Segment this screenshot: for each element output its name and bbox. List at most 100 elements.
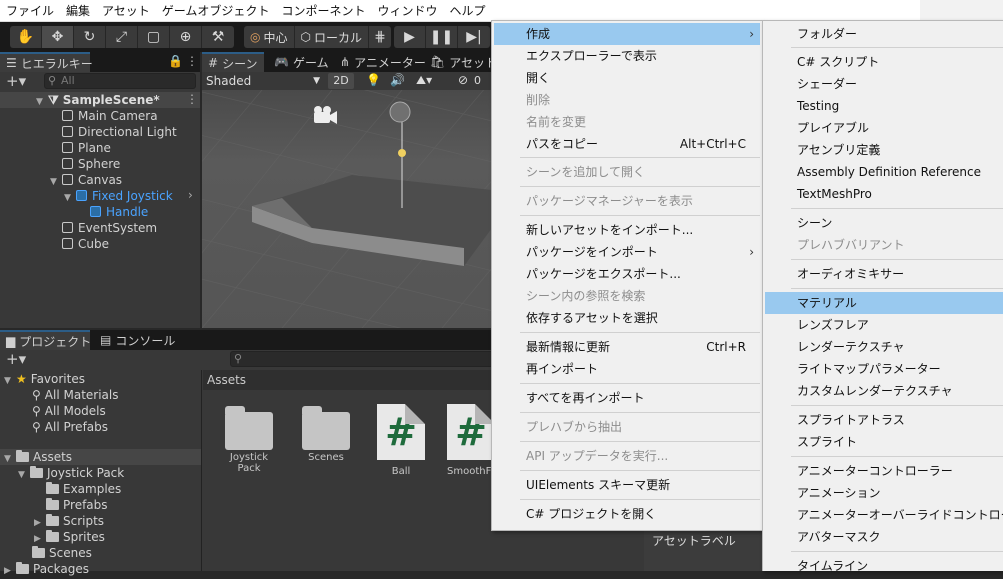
pivot-button[interactable]: ◎ 中心 (244, 26, 295, 48)
tab-project[interactable]: ▆ プロジェクト (0, 330, 91, 350)
menu-item-copy-path[interactable]: パスをコピー Alt+Ctrl+C (494, 133, 760, 155)
submenu-item-playable[interactable]: プレイアブル (765, 117, 1003, 139)
menu-file[interactable]: ファイル (6, 2, 54, 19)
pause-icon[interactable]: ❚❚ (426, 26, 458, 48)
rotate-tool-icon[interactable]: ↻ (74, 26, 106, 48)
scene-header-row[interactable]: ▼ ⧩ SampleScene* ⋮ (0, 92, 200, 108)
tree-examples[interactable]: Examples (46, 481, 121, 497)
submenu-item-lens-flare[interactable]: レンズフレア (765, 314, 1003, 336)
hierarchy-item-eventsystem[interactable]: EventSystem (62, 220, 157, 236)
tab-game[interactable]: 🎮 ゲーム (268, 52, 335, 72)
asset-smoothfollow[interactable]: # SmoothFo (447, 404, 491, 477)
grid-snap-icon[interactable]: ⋕ (369, 26, 391, 48)
add-icon[interactable]: +▾ (6, 72, 26, 90)
tab-animator[interactable]: ⋔ アニメーター (334, 52, 432, 72)
asset-ball[interactable]: # Ball (371, 404, 431, 477)
shading-mode-dropdown[interactable]: Shaded ▼ (204, 73, 322, 89)
hierarchy-item-main-camera[interactable]: Main Camera (62, 108, 158, 124)
tree-joystick-pack[interactable]: ▼ Joystick Pack (18, 465, 124, 481)
hierarchy-item-handle[interactable]: Handle (90, 204, 148, 220)
hand-tool-icon[interactable]: ✋ (10, 26, 42, 48)
tree-sprites[interactable]: ▶ Sprites (34, 529, 105, 545)
menu-item-export-package[interactable]: パッケージをエクスポート... (494, 263, 760, 285)
submenu-item-custom-render-texture[interactable]: カスタムレンダーテクスチャ (765, 380, 1003, 402)
menu-item-import-package[interactable]: パッケージをインポート › (494, 241, 760, 263)
audio-icon[interactable]: 🔊 (390, 73, 405, 87)
effects-icon[interactable]: ⛰▾ (416, 73, 432, 88)
hierarchy-item-directional-light[interactable]: Directional Light (62, 124, 177, 140)
menu-gameobject[interactable]: ゲームオブジェクト (162, 2, 270, 19)
hierarchy-item-plane[interactable]: Plane (62, 140, 111, 156)
hierarchy-item-cube[interactable]: Cube (62, 236, 109, 252)
favorite-all-materials[interactable]: ⚲ All Materials (32, 387, 119, 403)
submenu-item-animation[interactable]: アニメーション (765, 482, 1003, 504)
hierarchy-item-fixed-joystick[interactable]: ▼ Fixed Joystick (64, 188, 173, 204)
space-button[interactable]: ⬡ ローカル (295, 26, 369, 48)
add-asset-icon[interactable]: +▾ (6, 350, 26, 368)
menu-component[interactable]: コンポーネント (281, 2, 365, 19)
scene-viewport[interactable] (202, 90, 492, 328)
submenu-item-assembly-definition-reference[interactable]: Assembly Definition Reference (765, 161, 1003, 183)
hierarchy-item-sphere[interactable]: Sphere (62, 156, 120, 172)
submenu-item-csharp-script[interactable]: C# スクリプト (765, 51, 1003, 73)
submenu-item-animator-override-controller[interactable]: アニメーターオーバーライドコントローラー (765, 504, 1003, 526)
submenu-item-shader[interactable]: シェーダー (765, 73, 1003, 95)
submenu-item-sprite-atlas[interactable]: スプライトアトラス (765, 409, 1003, 431)
submenu-item-scene[interactable]: シーン (765, 212, 1003, 234)
custom-tool-icon[interactable]: ⚒ (202, 26, 234, 48)
submenu-item-avatar-mask[interactable]: アバターマスク (765, 526, 1003, 548)
chevron-right-icon[interactable]: › (188, 188, 193, 202)
menu-item-show-in-explorer[interactable]: エクスプローラーで表示 (494, 45, 760, 67)
rect-tool-icon[interactable]: ▢ (138, 26, 170, 48)
assets-root-row[interactable]: ▼ Assets (0, 449, 201, 465)
kebab-menu-icon[interactable]: ⋮ (186, 54, 198, 68)
tab-console[interactable]: ▤ コンソール (94, 330, 181, 350)
menu-item-open[interactable]: 開く (494, 67, 760, 89)
play-icon[interactable]: ▶ (394, 26, 426, 48)
favorites-header[interactable]: ▼ ★ Favorites (4, 371, 85, 387)
toggle-2d-button[interactable]: 2D (328, 73, 354, 89)
submenu-item-folder[interactable]: フォルダー (765, 23, 1003, 45)
submenu-item-animator-controller[interactable]: アニメーターコントローラー (765, 460, 1003, 482)
tab-hierarchy[interactable]: ☰ ヒエラルキー (0, 52, 93, 72)
menu-help[interactable]: ヘルプ (449, 2, 485, 19)
submenu-item-testing[interactable]: Testing (765, 95, 1003, 117)
lock-icon[interactable]: 🔒 (168, 54, 183, 68)
scale-tool-icon[interactable]: ⤢ (106, 26, 138, 48)
submenu-item-textmeshpro[interactable]: TextMeshPro (765, 183, 1003, 205)
submenu-item-lightmap-parameters[interactable]: ライトマップパラメーター (765, 358, 1003, 380)
menu-item-select-dependencies[interactable]: 依存するアセットを選択 (494, 307, 760, 329)
tree-prefabs[interactable]: Prefabs (46, 497, 108, 513)
submenu-item-audio-mixer[interactable]: オーディオミキサー (765, 263, 1003, 285)
menu-edit[interactable]: 編集 (66, 2, 90, 19)
hierarchy-search-input[interactable]: ⚲ All (44, 73, 196, 89)
menu-item-reimport-all[interactable]: すべてを再インポート (494, 387, 760, 409)
menu-item-create[interactable]: 作成 › (494, 23, 760, 45)
submenu-item-render-texture[interactable]: レンダーテクスチャ (765, 336, 1003, 358)
asset-joystick-pack[interactable]: Joystick Pack (219, 404, 279, 474)
step-icon[interactable]: ▶| (458, 26, 490, 48)
favorite-all-prefabs[interactable]: ⚲ All Prefabs (32, 419, 108, 435)
menu-item-open-csharp-project[interactable]: C# プロジェクトを開く (494, 503, 760, 525)
favorite-all-models[interactable]: ⚲ All Models (32, 403, 106, 419)
asset-scenes[interactable]: Scenes (296, 404, 356, 463)
menu-window[interactable]: ウィンドウ (377, 2, 437, 19)
menu-item-import-new-asset[interactable]: 新しいアセットをインポート... (494, 219, 760, 241)
tree-scripts[interactable]: ▶ Scripts (34, 513, 104, 529)
menu-item-update-uielements-schema[interactable]: UIElements スキーマ更新 (494, 474, 760, 496)
transform-tool-icon[interactable]: ⊕ (170, 26, 202, 48)
tree-packages[interactable]: ▶ Packages (4, 561, 89, 577)
hidden-objects-icon[interactable]: ⊘ (458, 73, 468, 87)
scene-kebab-icon[interactable]: ⋮ (186, 92, 198, 106)
hierarchy-item-canvas[interactable]: ▼ Canvas (50, 172, 122, 188)
lighting-icon[interactable]: 💡 (366, 73, 381, 87)
submenu-item-material[interactable]: マテリアル (765, 292, 1003, 314)
menu-item-reimport[interactable]: 再インポート (494, 358, 760, 380)
menu-item-refresh[interactable]: 最新情報に更新 Ctrl+R (494, 336, 760, 358)
submenu-item-assembly-definition[interactable]: アセンブリ定義 (765, 139, 1003, 161)
move-tool-icon[interactable]: ✥ (42, 26, 74, 48)
tree-scenes[interactable]: Scenes (32, 545, 92, 561)
menu-assets[interactable]: アセット (102, 2, 150, 19)
tab-scene[interactable]: # シーン (202, 52, 264, 72)
submenu-item-sprite[interactable]: スプライト (765, 431, 1003, 453)
